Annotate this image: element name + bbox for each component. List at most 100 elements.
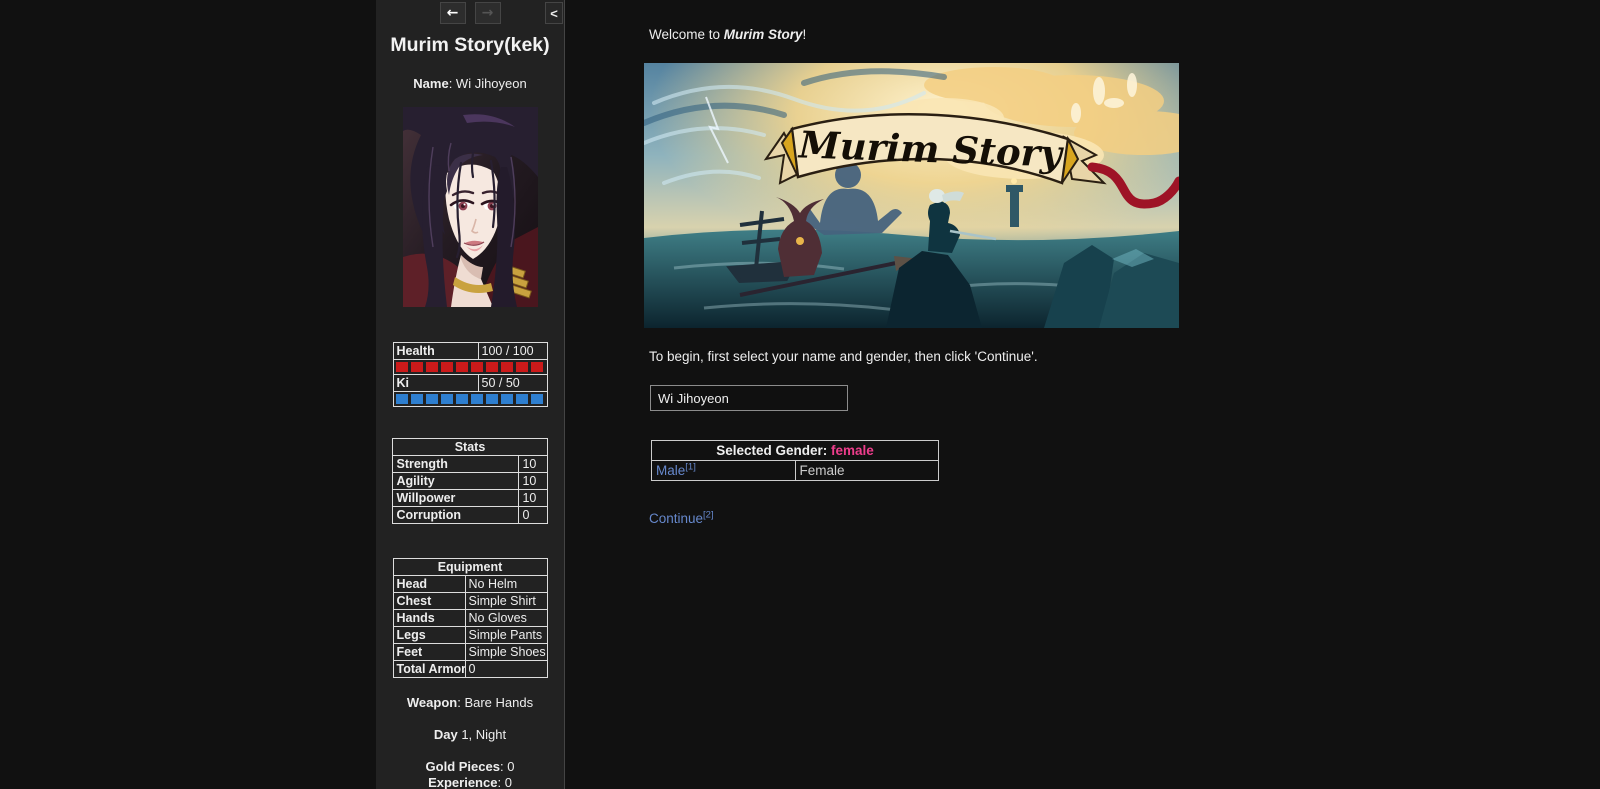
bar-segment — [455, 394, 468, 404]
row-value: 10 — [518, 455, 548, 473]
row-label: Corruption — [392, 506, 520, 524]
bar-segment — [485, 394, 498, 404]
row-label: Legs — [392, 626, 466, 644]
bar-segment — [530, 362, 543, 372]
row-label: Willpower — [392, 489, 520, 507]
weapon-value: Bare Hands — [464, 695, 534, 710]
table-row: Agility 10 — [392, 472, 548, 490]
vitals-table: Health 100 / 100 Ki 50 / 50 — [392, 342, 548, 407]
bar-segment — [425, 362, 438, 372]
row-label: Total Armor — [392, 660, 466, 678]
table-row: Head No Helm — [392, 575, 548, 593]
welcome-line: Welcome to Murim Story! — [649, 27, 807, 42]
bar-segment — [485, 362, 498, 372]
history-controls: ← → — [376, 2, 564, 24]
page: ← → < Murim Story(kek) Name: Wi Jihoyeon — [0, 0, 1600, 789]
table-row: Legs Simple Pants — [392, 626, 548, 644]
sidebar: ← → < Murim Story(kek) Name: Wi Jihoyeon — [376, 0, 565, 789]
forward-arrow-icon: → — [481, 5, 494, 21]
equipment-table: Equipment Head No Helm Chest Simple Shirt Ha… — [392, 558, 548, 678]
table-row: Total Armor 0 — [392, 660, 548, 678]
banner-title: Murim Story — [796, 122, 1065, 175]
bar-segment — [425, 394, 438, 404]
gold-value: 0 — [507, 759, 515, 774]
bar-segment — [410, 394, 423, 404]
gender-female-cell: Female — [794, 460, 939, 481]
passage: Welcome to Murim Story! Murim Story To b… — [644, 0, 1204, 526]
experience-value: 0 — [504, 775, 512, 789]
gender-options-row: Male[1] Female — [651, 460, 939, 481]
character-name-line: Name: Wi Jihoyeon — [413, 76, 527, 91]
health-bar — [395, 362, 546, 372]
ki-label: Ki — [392, 374, 479, 392]
name-input[interactable] — [650, 385, 848, 411]
bar-segment — [515, 394, 528, 404]
table-row: Hands No Gloves — [392, 609, 548, 627]
weapon-line: Weapon: Bare Hands — [406, 695, 534, 710]
table-row: Willpower 10 — [392, 489, 548, 507]
experience-line: Experience: 0 — [428, 775, 512, 789]
row-value: Simple Shirt — [464, 592, 548, 610]
bar-segment — [500, 394, 513, 404]
bar-segment — [530, 394, 543, 404]
row-value: 0 — [518, 506, 548, 524]
equipment-header: Equipment — [392, 558, 548, 576]
link-marker: [1] — [685, 461, 696, 472]
day-line: Day 1, Night — [433, 727, 507, 742]
row-value: No Gloves — [464, 609, 548, 627]
stats-table: Stats Strength 10 Agility 10 Willpower 10 Corr… — [392, 438, 548, 524]
row-value: No Helm — [464, 575, 548, 593]
table-row: Feet Simple Shoes — [392, 643, 548, 661]
character-portrait — [402, 107, 538, 307]
story-title: Murim Story(kek) — [390, 34, 550, 56]
bar-segment — [500, 362, 513, 372]
row-value: 10 — [518, 472, 548, 490]
ki-bar — [395, 394, 546, 404]
row-label: Agility — [392, 472, 520, 490]
instructions-text: To begin, first select your name and gen… — [649, 349, 1038, 364]
health-label: Health — [392, 342, 479, 360]
ki-row: Ki 50 / 50 — [392, 374, 548, 392]
bar-segment — [395, 362, 408, 372]
bar-segment — [515, 362, 528, 372]
table-row: Strength 10 — [392, 455, 548, 473]
history-forward-button[interactable]: → — [474, 2, 501, 24]
bar-segment — [410, 362, 423, 372]
health-value: 100 / 100 — [477, 342, 548, 360]
row-value: 10 — [518, 489, 548, 507]
male-link[interactable]: Male[1] — [656, 461, 696, 478]
row-label: Chest — [392, 592, 466, 610]
row-value: Simple Shoes — [464, 643, 548, 661]
day-value: 1, Night — [461, 727, 507, 742]
sidebar-collapse-button[interactable]: < — [545, 2, 563, 24]
banner-image: Murim Story — [644, 63, 1179, 328]
back-arrow-icon: ← — [446, 5, 459, 21]
bar-segment — [470, 394, 483, 404]
bar-segment — [440, 362, 453, 372]
table-row: Corruption 0 — [392, 506, 548, 524]
bar-segment — [455, 362, 468, 372]
row-value: 0 — [464, 660, 548, 678]
gender-male-cell: Male[1] — [651, 460, 796, 481]
bar-segment — [440, 394, 453, 404]
row-label: Hands — [392, 609, 466, 627]
health-bar-row — [392, 359, 548, 375]
history-back-button[interactable]: ← — [439, 2, 466, 24]
health-row: Health 100 / 100 — [392, 342, 548, 360]
bar-segment — [470, 362, 483, 372]
chevron-left-icon: < — [550, 5, 558, 21]
row-value: Simple Pants — [464, 626, 548, 644]
game-title-inline: Murim Story — [723, 27, 803, 42]
gold-line: Gold Pieces: 0 — [425, 759, 515, 774]
bar-segment — [395, 394, 408, 404]
ki-bar-row — [392, 391, 548, 407]
gender-header: Selected Gender: female — [651, 440, 939, 461]
selected-gender-value: female — [831, 442, 874, 458]
character-name-value: Wi Jihoyeon — [455, 76, 527, 91]
continue-link[interactable]: Continue[2] — [649, 509, 714, 526]
table-row: Chest Simple Shirt — [392, 592, 548, 610]
row-label: Head — [392, 575, 466, 593]
link-marker: [2] — [703, 509, 714, 521]
stats-header: Stats — [392, 438, 548, 456]
ki-value: 50 / 50 — [477, 374, 548, 392]
